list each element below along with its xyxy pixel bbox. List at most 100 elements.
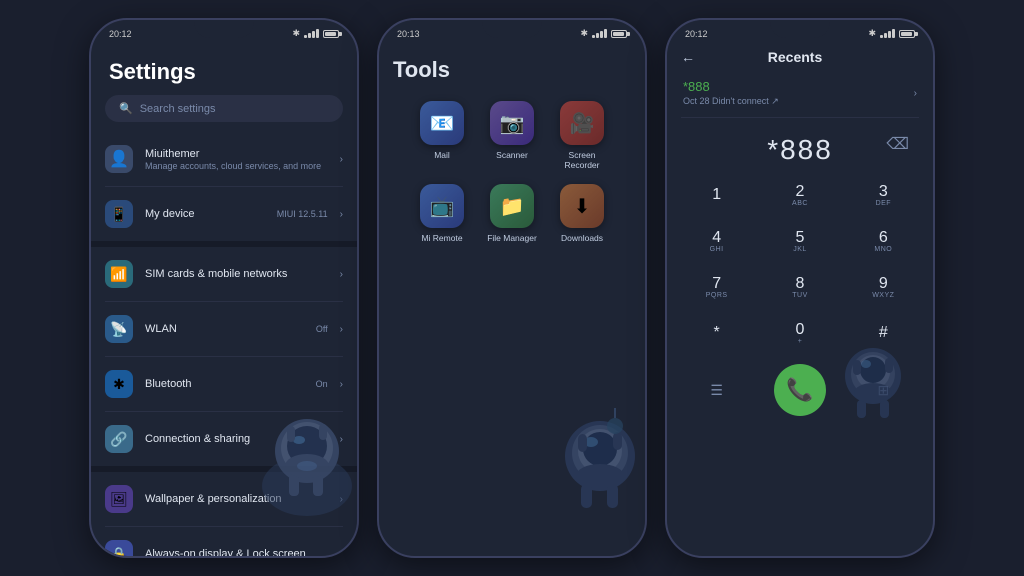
status-icons: ✱ xyxy=(868,28,915,39)
app-item-downloads[interactable]: ⬇ Downloads xyxy=(554,184,610,243)
scanner-label: Scanner xyxy=(496,150,528,160)
miremote-label: Mi Remote xyxy=(421,233,462,243)
app-grid: 📧 Mail 📷 Scanner 🎥 Screen Recorder 📺 Mi … xyxy=(393,101,631,244)
status-time: 20:13 xyxy=(397,29,420,39)
mail-icon: 📧 xyxy=(420,101,464,145)
wlan-title: WLAN xyxy=(145,323,304,335)
sim-title: SIM cards & mobile networks xyxy=(145,268,328,280)
signal-icon xyxy=(592,29,607,38)
mydevice-title: My device xyxy=(145,208,265,220)
bluetooth-icon: ✱ xyxy=(580,28,588,39)
mydevice-version: MIUI 12.5.11 xyxy=(277,209,328,219)
chevron-icon: › xyxy=(340,549,343,557)
divider xyxy=(681,117,919,118)
miuithemer-sub: Manage accounts, cloud services, and mor… xyxy=(145,161,328,171)
dial-key-9[interactable]: 9WXYZ xyxy=(855,268,911,306)
phone-screen: 20:12 ✱ Settings 🔍 Search settings 👤 Miu… xyxy=(91,20,357,556)
screenrecorder-icon: 🎥 xyxy=(560,101,604,145)
wallpaper-icon: 🖼 xyxy=(105,485,133,513)
chevron-icon: › xyxy=(340,209,343,220)
app-item-scanner[interactable]: 📷 Scanner xyxy=(484,101,540,170)
phone-settings: 20:12 ✱ Settings 🔍 Search settings 👤 Miu… xyxy=(89,18,359,558)
back-button[interactable]: ← xyxy=(681,49,695,65)
recents-header: ← Recents xyxy=(667,43,933,71)
chevron-icon: › xyxy=(914,88,917,99)
dial-key-7[interactable]: 7PQRS xyxy=(689,268,745,306)
astronaut-decoration xyxy=(237,366,357,526)
scanner-icon: 📷 xyxy=(490,101,534,145)
dial-key-star[interactable]: * xyxy=(689,314,745,352)
search-placeholder: Search settings xyxy=(140,103,216,115)
divider xyxy=(105,356,343,357)
mail-label: Mail xyxy=(434,150,450,160)
chevron-icon: › xyxy=(340,154,343,165)
bluetooth-icon: ✱ xyxy=(105,370,133,398)
dial-key-6[interactable]: 6MNO xyxy=(855,222,911,260)
dial-key-4[interactable]: 4GHI xyxy=(689,222,745,260)
dial-row-3: 7PQRS 8TUV 9WXYZ xyxy=(667,264,933,310)
astronaut-decoration-3 xyxy=(813,306,923,436)
filemanager-icon: 📁 xyxy=(490,184,534,228)
status-time: 20:12 xyxy=(685,29,708,39)
battery-icon xyxy=(323,30,339,38)
phone-dialer: 20:12 ✱ ← Recents *888 Oct 28 Didn't con… xyxy=(665,18,935,558)
sim-icon: 📶 xyxy=(105,260,133,288)
status-icons: ✱ xyxy=(580,28,627,39)
tools-title: Tools xyxy=(393,43,631,101)
status-time: 20:12 xyxy=(109,29,132,39)
miuithemer-title: Miuithemer xyxy=(145,148,328,160)
recent-call-number: *888 xyxy=(683,79,779,94)
status-icons: ✱ xyxy=(292,28,339,39)
filemanager-label: File Manager xyxy=(487,233,537,243)
menu-button[interactable]: ☰ xyxy=(691,364,743,416)
battery-icon xyxy=(611,30,627,38)
chevron-icon: › xyxy=(340,269,343,280)
dial-key-5[interactable]: 5JKL xyxy=(772,222,828,260)
mydevice-icon: 📱 xyxy=(105,200,133,228)
recent-call-item[interactable]: *888 Oct 28 Didn't connect ↗ › xyxy=(667,71,933,115)
search-icon: 🔍 xyxy=(119,102,133,115)
chevron-icon: › xyxy=(340,324,343,335)
settings-item-mydevice[interactable]: 📱 My device MIUI 12.5.11 › xyxy=(91,191,357,237)
app-item-filemanager[interactable]: 📁 File Manager xyxy=(484,184,540,243)
recent-call-info: Oct 28 Didn't connect ↗ xyxy=(683,96,779,107)
downloads-icon: ⬇ xyxy=(560,184,604,228)
app-item-miremote[interactable]: 📺 Mi Remote xyxy=(414,184,470,243)
miremote-icon: 📺 xyxy=(420,184,464,228)
signal-icon xyxy=(880,29,895,38)
divider xyxy=(105,186,343,187)
app-item-mail[interactable]: 📧 Mail xyxy=(414,101,470,170)
dial-key-8[interactable]: 8TUV xyxy=(772,268,828,306)
miuithemer-icon: 👤 xyxy=(105,145,133,173)
downloads-label: Downloads xyxy=(561,233,603,243)
settings-item-miuithemer[interactable]: 👤 Miuithemer Manage accounts, cloud serv… xyxy=(91,136,357,182)
battery-icon xyxy=(899,30,915,38)
divider xyxy=(105,301,343,302)
bluetooth-icon: ✱ xyxy=(868,28,876,39)
notch xyxy=(770,20,830,38)
dial-key-3[interactable]: 3DEF xyxy=(855,176,911,214)
bluetooth-icon: ✱ xyxy=(292,28,300,39)
backspace-button[interactable]: ⌫ xyxy=(886,134,909,154)
settings-title: Settings xyxy=(91,51,357,95)
dial-key-1[interactable]: 1 xyxy=(689,176,745,214)
phone-tools: 20:13 ✱ Tools 📧 Mail 📷 Scanner xyxy=(377,18,647,558)
dialer-display: *888 ⌫ xyxy=(667,120,933,172)
search-bar[interactable]: 🔍 Search settings xyxy=(105,95,343,122)
phone-screen: 20:12 ✱ ← Recents *888 Oct 28 Didn't con… xyxy=(667,20,933,556)
settings-item-lockscreen[interactable]: 🔒 Always-on display & Lock screen › xyxy=(91,531,357,556)
dial-key-2[interactable]: 2ABC xyxy=(772,176,828,214)
settings-item-sim[interactable]: 📶 SIM cards & mobile networks › xyxy=(91,251,357,297)
notch xyxy=(482,20,542,38)
recents-title: Recents xyxy=(705,49,885,65)
signal-icon xyxy=(304,29,319,38)
thick-divider xyxy=(91,241,357,247)
wlan-status: Off xyxy=(316,324,328,334)
notch xyxy=(194,20,254,38)
dial-row-2: 4GHI 5JKL 6MNO xyxy=(667,218,933,264)
settings-item-wlan[interactable]: 📡 WLAN Off › xyxy=(91,306,357,352)
divider xyxy=(105,526,343,527)
app-item-screenrecorder[interactable]: 🎥 Screen Recorder xyxy=(554,101,610,170)
lockscreen-title: Always-on display & Lock screen xyxy=(145,548,328,556)
dialer-input: *888 xyxy=(767,134,833,165)
